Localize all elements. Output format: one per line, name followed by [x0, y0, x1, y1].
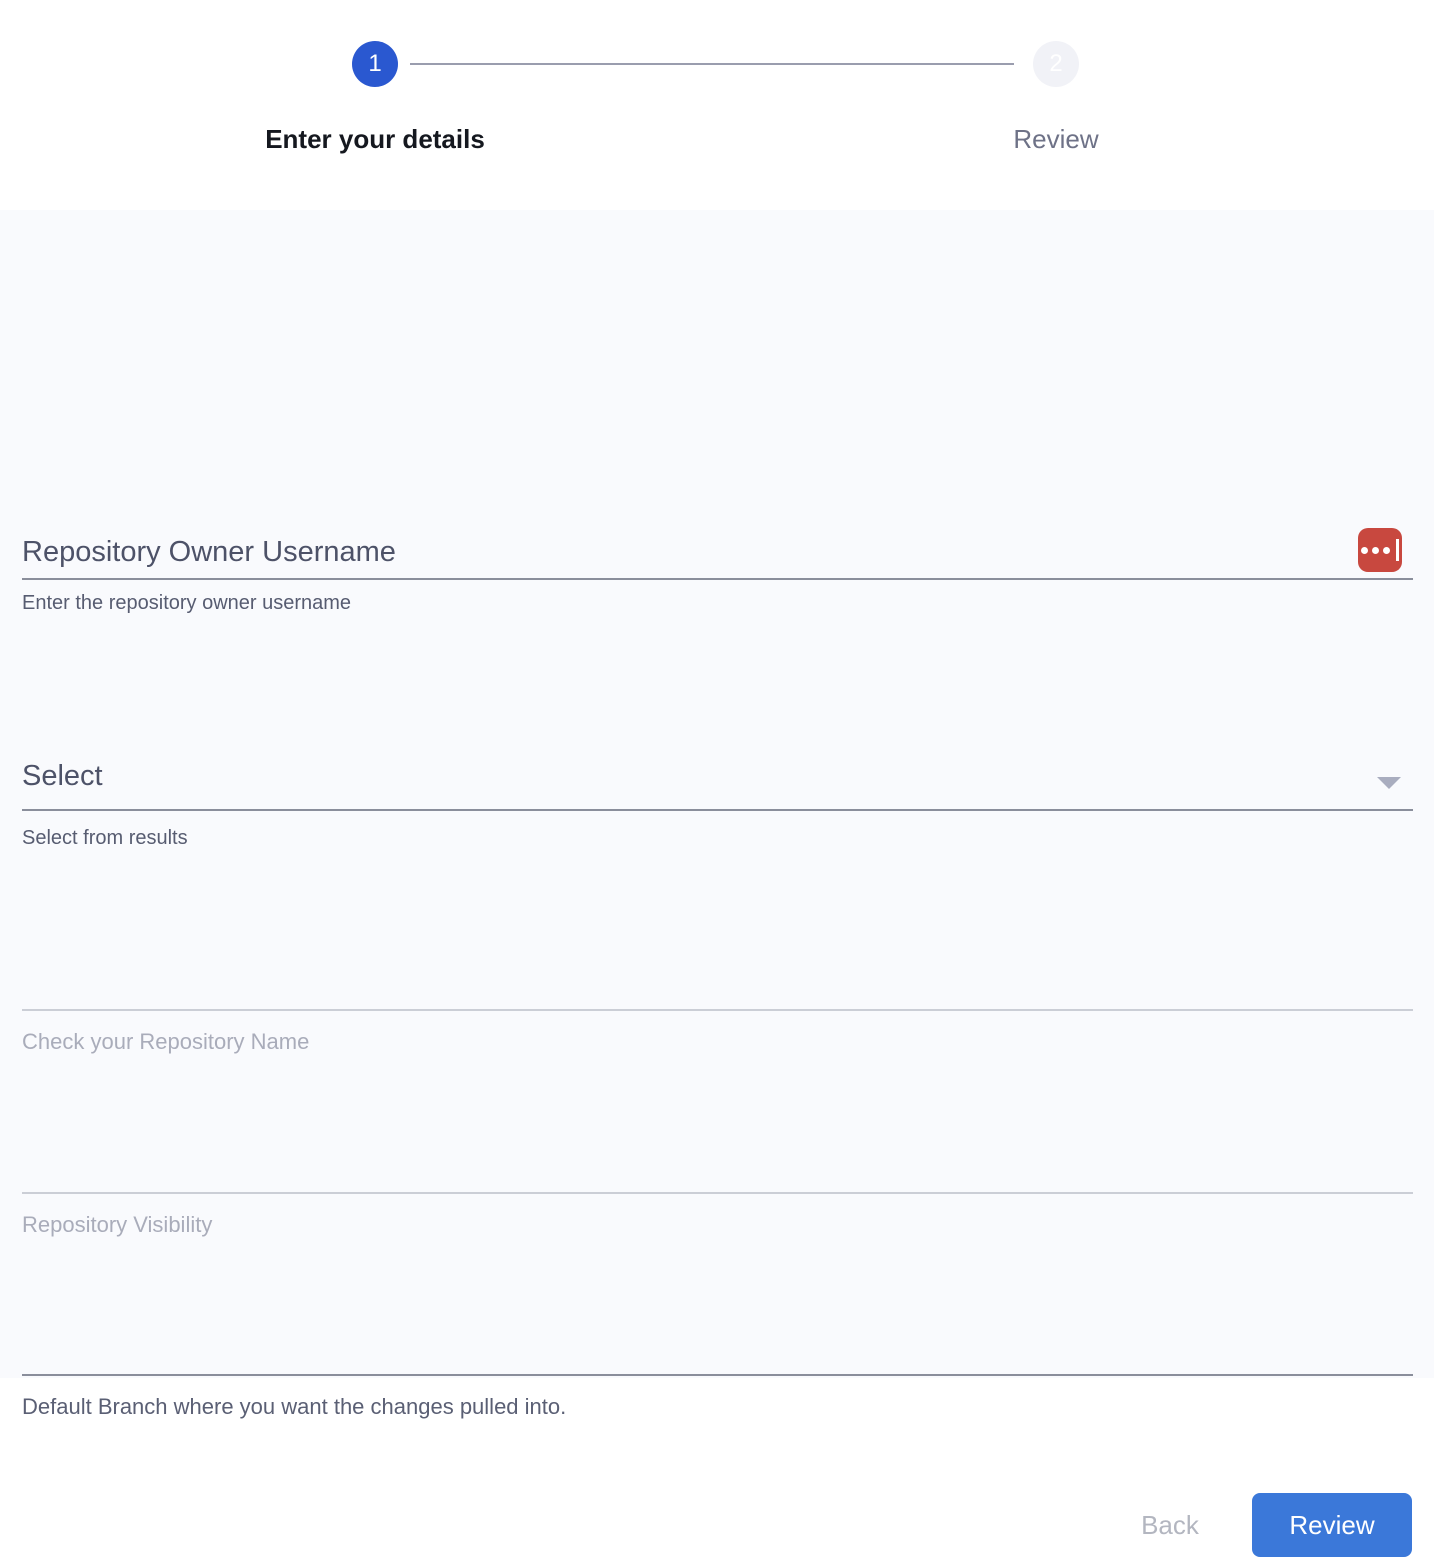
repository-select-dropdown[interactable]: Select — [22, 760, 1352, 806]
visibility-field-underline — [22, 1192, 1413, 1194]
stepper-connector-line — [410, 63, 1014, 65]
repo-name-field-helper: Check your Repository Name — [22, 1029, 1402, 1055]
default-branch-field-underline — [22, 1374, 1413, 1376]
step-2-label: Review — [836, 124, 1276, 155]
step-1-number: 1 — [368, 50, 381, 78]
owner-field-helper: Enter the repository owner username — [22, 592, 1402, 615]
pw-icon-dot — [1361, 547, 1368, 554]
details-form: Enter the repository owner username Sele… — [0, 210, 1434, 1378]
step-1-indicator[interactable]: 1 — [352, 41, 398, 87]
default-branch-input[interactable] — [22, 1317, 1342, 1361]
repository-select-value: Select — [22, 760, 103, 792]
default-branch-field-helper: Default Branch where you want the change… — [22, 1394, 1402, 1420]
select-field-helper: Select from results — [22, 827, 1402, 850]
password-manager-autofill-icon[interactable] — [1358, 528, 1402, 572]
step-2-number: 2 — [1049, 50, 1062, 78]
owner-field-underline — [22, 578, 1413, 580]
visibility-field-helper: Repository Visibility — [22, 1212, 1402, 1238]
wizard-stepper: 1 2 Enter your details Review — [0, 0, 1434, 210]
pw-icon-dot — [1383, 547, 1390, 554]
chevron-down-icon[interactable] — [1377, 777, 1401, 789]
repository-visibility-input[interactable] — [22, 1135, 1342, 1179]
repository-owner-username-input[interactable] — [22, 530, 1342, 574]
select-field-underline — [22, 809, 1413, 811]
pw-icon-cursor — [1396, 539, 1399, 561]
repository-name-input[interactable] — [22, 952, 1342, 996]
back-button[interactable]: Back — [1108, 1507, 1232, 1543]
step-1-label: Enter your details — [155, 124, 595, 155]
pw-icon-dot — [1372, 547, 1379, 554]
review-button[interactable]: Review — [1252, 1493, 1412, 1557]
repo-name-field-underline — [22, 1009, 1413, 1011]
step-2-indicator[interactable]: 2 — [1033, 41, 1079, 87]
